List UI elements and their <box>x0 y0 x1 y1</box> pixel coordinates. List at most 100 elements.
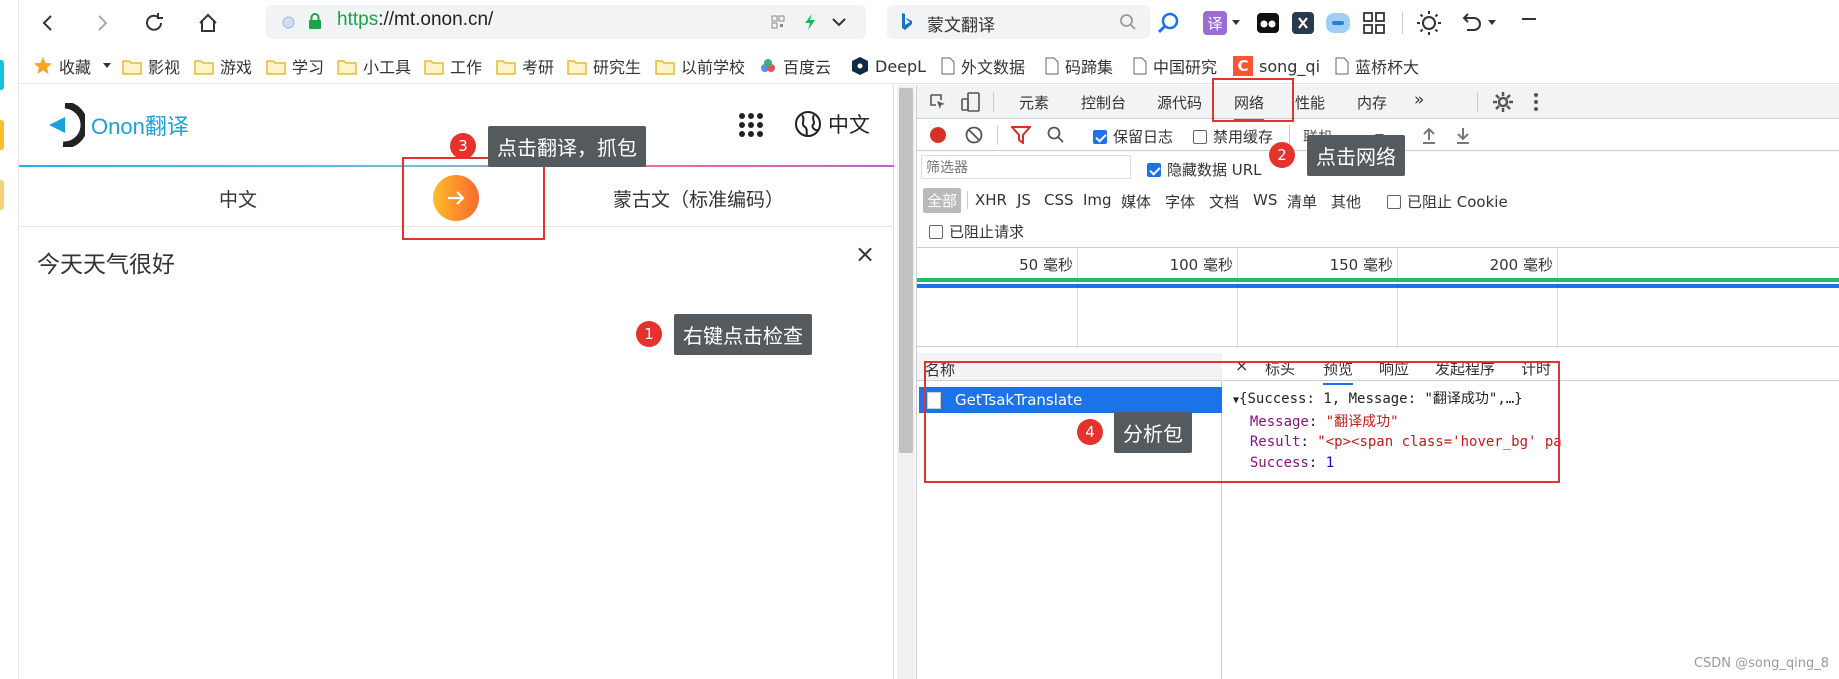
bookmark-item[interactable]: 码蹄集 <box>1045 55 1113 77</box>
request-row[interactable]: GetTsakTranslate <box>919 387 1222 413</box>
filter-input[interactable] <box>921 155 1131 179</box>
bookmark-folder[interactable]: 游戏 <box>194 55 252 77</box>
type-filter-xhr[interactable]: XHR <box>975 191 1007 209</box>
apps-grid-icon[interactable] <box>1362 11 1386 35</box>
bookmark-folder[interactable]: 工作 <box>424 55 482 77</box>
settings-gear-icon[interactable] <box>1492 91 1514 113</box>
type-filter-ws[interactable]: WS <box>1253 191 1277 209</box>
disable-cache-checkbox[interactable]: 禁用缓存 <box>1193 126 1273 147</box>
chevron-down-icon[interactable] <box>831 16 847 28</box>
tab-network[interactable]: 网络 <box>1234 92 1265 121</box>
tab-performance[interactable]: 性能 <box>1295 92 1325 113</box>
reload-button[interactable] <box>139 8 169 38</box>
bookmark-item[interactable]: 蓝桥杯大 <box>1335 55 1423 77</box>
tab-elements[interactable]: 元素 <box>1019 92 1049 113</box>
minus-extension-icon[interactable] <box>1325 11 1351 35</box>
x-extension-icon[interactable] <box>1291 11 1315 35</box>
tab-initiator[interactable]: 发起程序 <box>1435 358 1495 379</box>
qr-code-icon[interactable] <box>771 15 785 29</box>
glasses-extension-icon[interactable] <box>1256 11 1280 35</box>
tab-sources[interactable]: 源代码 <box>1157 92 1202 113</box>
apps-dots-icon[interactable] <box>738 112 764 138</box>
source-language[interactable]: 中文 <box>219 185 257 212</box>
kebab-menu-icon[interactable] <box>1533 92 1539 112</box>
forward-button[interactable] <box>87 8 117 38</box>
caret-down-icon[interactable] <box>103 63 112 69</box>
language-switch[interactable]: 中文 <box>794 109 870 139</box>
checkbox-checked[interactable] <box>1147 162 1161 177</box>
tab-headers[interactable]: 标头 <box>1265 358 1295 379</box>
type-filter-all[interactable]: 全部 <box>923 188 962 213</box>
preserve-log-checkbox[interactable]: 保留日志 <box>1093 126 1173 147</box>
zoom-search-icon[interactable] <box>1157 11 1181 35</box>
blocked-cookies-checkbox[interactable]: 已阻止 Cookie <box>1387 191 1508 212</box>
bookmark-item[interactable]: 中国研究 <box>1133 55 1221 77</box>
type-filter-css[interactable]: CSS <box>1044 191 1074 209</box>
tab-response[interactable]: 响应 <box>1379 358 1409 379</box>
menu-icon[interactable] <box>1519 13 1539 33</box>
search-icon[interactable] <box>1119 13 1137 31</box>
lightning-icon[interactable] <box>803 13 817 31</box>
blocked-requests-checkbox[interactable]: 已阻止请求 <box>929 221 1024 242</box>
bookmark-folder[interactable]: 考研 <box>496 55 554 77</box>
more-tabs-button[interactable]: » <box>1414 90 1424 110</box>
bookmark-folder[interactable]: 小工具 <box>337 55 411 77</box>
translate-button[interactable] <box>433 175 479 221</box>
clear-icon[interactable] <box>965 126 983 144</box>
type-filter-media[interactable]: 媒体 <box>1121 191 1151 212</box>
checkbox-unchecked[interactable] <box>1193 129 1207 144</box>
bookmark-item[interactable]: 百度云 <box>759 55 831 77</box>
hide-data-url-checkbox[interactable]: 隐藏数据 URL <box>1147 159 1262 180</box>
bookmark-folder[interactable]: 影视 <box>122 55 180 77</box>
type-filter-manifest[interactable]: 清单 <box>1287 191 1317 212</box>
name-column-header[interactable]: 名称 <box>917 353 1222 381</box>
filter-icon[interactable] <box>1011 126 1031 144</box>
caret-down-icon[interactable] <box>1231 19 1241 26</box>
inspect-element-icon[interactable] <box>929 93 947 111</box>
close-detail-button[interactable]: × <box>1235 356 1248 375</box>
source-text-input[interactable]: 今天天气很好 <box>37 245 175 279</box>
translate-extension-icon[interactable]: 译 <box>1203 11 1227 35</box>
bookmark-folder[interactable]: 学习 <box>266 55 324 77</box>
search-box[interactable]: 蒙文翻译 <box>887 5 1150 39</box>
site-info-icon[interactable] <box>282 16 295 29</box>
checkbox-unchecked[interactable] <box>929 224 943 239</box>
device-toolbar-icon[interactable] <box>961 92 981 112</box>
sidebar-tab-yellow[interactable] <box>0 120 4 150</box>
bookmark-item[interactable]: DeepL <box>851 55 941 77</box>
brightness-icon[interactable] <box>1416 10 1442 36</box>
page-scrollbar-thumb[interactable] <box>899 88 913 453</box>
search-icon[interactable] <box>1047 126 1065 144</box>
json-preview[interactable]: ▼{Success: 1, Message: "翻译成功",…} Message… <box>1233 389 1562 473</box>
home-button[interactable] <box>193 8 223 38</box>
type-filter-js[interactable]: JS <box>1017 191 1031 209</box>
tab-console[interactable]: 控制台 <box>1081 92 1126 113</box>
type-filter-img[interactable]: Img <box>1083 191 1112 209</box>
type-filter-other[interactable]: 其他 <box>1331 191 1361 212</box>
tab-preview[interactable]: 预览 <box>1323 358 1354 385</box>
sidebar-tab-light-yellow[interactable] <box>0 180 4 210</box>
caret-down-icon[interactable] <box>1487 19 1497 26</box>
request-name: GetTsakTranslate <box>955 391 1083 409</box>
target-language[interactable]: 蒙古文（标准编码） <box>613 185 784 212</box>
bookmark-item[interactable]: Csong_qi <box>1233 55 1323 77</box>
brand-logo[interactable]: Onon翻译 <box>45 103 189 147</box>
type-filter-font[interactable]: 字体 <box>1165 191 1195 212</box>
undo-icon[interactable] <box>1459 12 1483 34</box>
checkbox-checked[interactable] <box>1093 129 1107 144</box>
network-timeline[interactable]: 50 毫秒 100 毫秒 150 毫秒 200 毫秒 <box>917 247 1839 348</box>
sidebar-tab-cyan[interactable] <box>0 60 4 90</box>
type-filter-doc[interactable]: 文档 <box>1209 191 1239 212</box>
record-icon[interactable] <box>929 126 947 144</box>
bookmark-folder[interactable]: 以前学校 <box>655 55 745 77</box>
checkbox-unchecked[interactable] <box>1387 194 1401 209</box>
bookmark-item[interactable]: 收藏 <box>33 55 112 77</box>
upload-icon[interactable] <box>1421 126 1437 144</box>
back-button[interactable] <box>33 8 63 38</box>
clear-input-button[interactable]: × <box>855 240 875 268</box>
bookmark-item[interactable]: 外文数据 <box>941 55 1033 77</box>
download-icon[interactable] <box>1455 126 1471 144</box>
tab-timing[interactable]: 计时 <box>1521 358 1551 379</box>
tab-memory[interactable]: 内存 <box>1357 92 1387 113</box>
bookmark-folder[interactable]: 研究生 <box>567 55 641 77</box>
